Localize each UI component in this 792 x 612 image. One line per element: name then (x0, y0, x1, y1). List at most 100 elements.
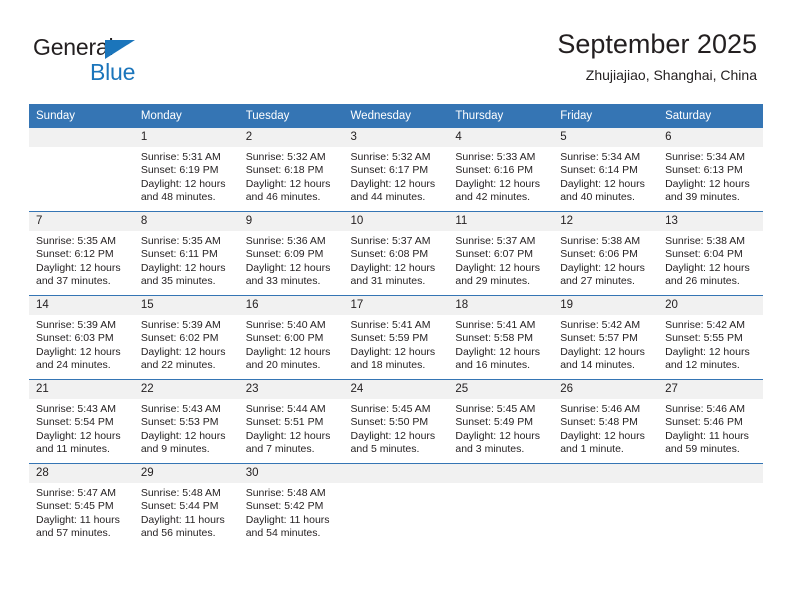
day-detail-daylight2: and 46 minutes. (245, 191, 321, 204)
day-detail-daylight1: Daylight: 11 hours (245, 513, 330, 526)
day-detail-sunrise: Sunrise: 5:38 AM (560, 235, 641, 247)
calendar-day-cell[interactable]: 16 Sunrise: 5:40 AM Sunset: 6:00 PM Dayligh… (238, 296, 344, 379)
day-detail-daylight2: and 35 minutes. (140, 275, 216, 288)
calendar-day-cell[interactable]: 23 Sunrise: 5:44 AM Sunset: 5:51 PM Dayligh… (238, 380, 344, 463)
day-number: 8 (133, 212, 239, 231)
day-detail-sunset: Sunset: 6:12 PM (36, 248, 114, 261)
day-details: Sunrise: 5:31 AM Sunset: 6:19 PM Daylight:… (134, 147, 239, 205)
day-details: Sunrise: 5:34 AM Sunset: 6:13 PM Daylight:… (658, 147, 763, 205)
day-detail-sunrise: Sunrise: 5:42 AM (560, 319, 641, 331)
calendar-day-cell[interactable]: 8 Sunrise: 5:35 AM Sunset: 6:11 PM Daylight… (133, 212, 239, 295)
calendar-cell: 28 Sunrise: 5:47 AM Sunset: 5:45 PM Dayligh… (29, 463, 134, 547)
day-detail-sunrise: Sunrise: 5:44 AM (245, 403, 326, 415)
day-number: 7 (29, 212, 134, 231)
calendar-day-cell[interactable]: 27 Sunrise: 5:46 AM Sunset: 5:46 PM Dayligh… (658, 380, 763, 463)
calendar-cell: 25 Sunrise: 5:45 AM Sunset: 5:49 PM Dayligh… (448, 379, 554, 464)
calendar-cell: 7 Sunrise: 5:35 AM Sunset: 6:12 PM Daylight… (29, 211, 134, 296)
day-detail-sunrise: Sunrise: 5:37 AM (455, 235, 536, 247)
logo-text-general: General (33, 34, 114, 60)
calendar-day-cell[interactable]: 17 Sunrise: 5:41 AM Sunset: 5:59 PM Dayligh… (343, 296, 449, 379)
calendar-day-cell[interactable]: 30 Sunrise: 5:48 AM Sunset: 5:42 PM Dayligh… (238, 464, 344, 547)
day-details: Sunrise: 5:45 AM Sunset: 5:50 PM Daylight:… (344, 399, 449, 457)
day-number: 9 (238, 212, 344, 231)
day-detail-daylight1: Daylight: 12 hours (560, 429, 645, 442)
calendar-day-cell[interactable]: 15 Sunrise: 5:39 AM Sunset: 6:02 PM Dayligh… (133, 296, 239, 379)
calendar-day-cell[interactable]: 28 Sunrise: 5:47 AM Sunset: 5:45 PM Dayligh… (29, 464, 134, 547)
day-number: 14 (29, 296, 134, 315)
calendar-day-cell[interactable]: 9 Sunrise: 5:36 AM Sunset: 6:09 PM Daylight… (238, 212, 344, 295)
day-number: 5 (553, 128, 659, 147)
day-detail-daylight1: Daylight: 12 hours (455, 261, 541, 274)
day-number: 6 (658, 128, 763, 147)
day-detail-sunset: Sunset: 6:13 PM (665, 164, 743, 177)
day-detail-sunset: Sunset: 6:08 PM (350, 248, 429, 261)
calendar-day-cell[interactable]: 13 Sunrise: 5:38 AM Sunset: 6:04 PM Dayligh… (658, 212, 763, 295)
calendar-cell: 2 Sunrise: 5:32 AM Sunset: 6:18 PM Daylight… (238, 128, 344, 212)
general-blue-logo[interactable]: General Blue (33, 34, 203, 86)
calendar-day-cell[interactable]: 21 Sunrise: 5:43 AM Sunset: 5:54 PM Dayligh… (29, 380, 134, 463)
day-detail-sunrise: Sunrise: 5:45 AM (455, 403, 536, 415)
day-detail-sunset: Sunset: 6:04 PM (665, 248, 743, 261)
day-detail-daylight2: and 59 minutes. (665, 443, 740, 456)
day-detail-daylight1: Daylight: 12 hours (140, 429, 226, 442)
calendar-day-cell[interactable]: 5 Sunrise: 5:34 AM Sunset: 6:14 PM Daylight… (553, 128, 659, 211)
calendar-day-cell[interactable]: 12 Sunrise: 5:38 AM Sunset: 6:06 PM Dayligh… (553, 212, 659, 295)
day-detail-sunrise: Sunrise: 5:35 AM (140, 235, 221, 247)
calendar-day-cell[interactable]: 6 Sunrise: 5:34 AM Sunset: 6:13 PM Daylight… (658, 128, 763, 211)
day-detail-sunrise: Sunrise: 5:39 AM (36, 319, 116, 331)
day-detail-sunset: Sunset: 6:09 PM (245, 248, 324, 261)
day-detail-daylight2: and 44 minutes. (350, 191, 426, 204)
calendar-day-cell[interactable]: 1 Sunrise: 5:31 AM Sunset: 6:19 PM Daylight… (133, 128, 239, 211)
calendar-day-cell[interactable]: 29 Sunrise: 5:48 AM Sunset: 5:44 PM Dayligh… (133, 464, 239, 547)
day-number (343, 464, 449, 483)
calendar-day-cell[interactable]: 11 Sunrise: 5:37 AM Sunset: 6:07 PM Dayligh… (448, 212, 554, 295)
calendar-day-cell[interactable]: 10 Sunrise: 5:37 AM Sunset: 6:08 PM Dayligh… (343, 212, 449, 295)
day-detail-daylight1: Daylight: 12 hours (560, 261, 645, 274)
day-number: 1 (133, 128, 239, 147)
calendar-cell: 10 Sunrise: 5:37 AM Sunset: 6:08 PM Dayligh… (343, 211, 449, 296)
day-detail-daylight1: Daylight: 12 hours (350, 177, 436, 190)
day-detail-daylight2: and 56 minutes. (140, 527, 216, 540)
day-detail-daylight2: and 1 minute. (560, 443, 624, 456)
day-detail-daylight2: and 12 minutes. (665, 359, 740, 372)
calendar-day-cell[interactable]: 22 Sunrise: 5:43 AM Sunset: 5:53 PM Dayligh… (133, 380, 239, 463)
calendar-day-cell[interactable]: 2 Sunrise: 5:32 AM Sunset: 6:18 PM Daylight… (238, 128, 344, 211)
calendar-day-cell[interactable]: 7 Sunrise: 5:35 AM Sunset: 6:12 PM Daylight… (29, 212, 134, 295)
calendar-day-cell[interactable]: 20 Sunrise: 5:42 AM Sunset: 5:55 PM Dayligh… (658, 296, 763, 379)
day-detail-daylight2: and 20 minutes. (245, 359, 321, 372)
logo-triangle-icon (105, 40, 135, 59)
calendar-day-cell-empty (29, 128, 134, 211)
day-details: Sunrise: 5:48 AM Sunset: 5:44 PM Daylight:… (134, 483, 239, 541)
calendar-cell: 29 Sunrise: 5:48 AM Sunset: 5:44 PM Dayligh… (133, 463, 239, 547)
day-details: Sunrise: 5:48 AM Sunset: 5:42 PM Daylight:… (239, 483, 344, 541)
calendar-day-cell[interactable]: 26 Sunrise: 5:46 AM Sunset: 5:48 PM Dayligh… (553, 380, 659, 463)
day-detail-daylight1: Daylight: 12 hours (350, 345, 436, 358)
calendar-cell: 11 Sunrise: 5:37 AM Sunset: 6:07 PM Dayligh… (448, 211, 554, 296)
calendar-table: Sunday Monday Tuesday Wednesday Thursday… (29, 104, 763, 547)
calendar-day-cell[interactable]: 25 Sunrise: 5:45 AM Sunset: 5:49 PM Dayligh… (448, 380, 554, 463)
day-details: Sunrise: 5:40 AM Sunset: 6:00 PM Daylight:… (239, 315, 344, 373)
calendar-cell: 27 Sunrise: 5:46 AM Sunset: 5:46 PM Dayligh… (658, 379, 763, 464)
day-detail-sunset: Sunset: 6:03 PM (36, 332, 114, 345)
calendar-day-cell[interactable]: 19 Sunrise: 5:42 AM Sunset: 5:57 PM Dayligh… (553, 296, 659, 379)
day-number: 15 (133, 296, 239, 315)
day-number: 28 (29, 464, 134, 483)
day-detail-daylight2: and 14 minutes. (560, 359, 635, 372)
day-number: 13 (658, 212, 763, 231)
calendar-cell (29, 128, 134, 212)
day-detail-sunset: Sunset: 5:51 PM (245, 416, 324, 429)
day-number: 19 (553, 296, 659, 315)
weekday-header-thursday: Thursday (448, 104, 554, 128)
logo-text-blue: Blue (90, 59, 136, 85)
calendar-day-cell[interactable]: 4 Sunrise: 5:33 AM Sunset: 6:16 PM Daylight… (448, 128, 554, 211)
calendar-day-cell[interactable]: 18 Sunrise: 5:41 AM Sunset: 5:58 PM Dayligh… (448, 296, 554, 379)
day-detail-daylight1: Daylight: 12 hours (665, 177, 750, 190)
day-details: Sunrise: 5:37 AM Sunset: 6:07 PM Daylight:… (448, 231, 553, 289)
day-detail-sunrise: Sunrise: 5:31 AM (140, 151, 221, 163)
calendar-day-cell[interactable]: 3 Sunrise: 5:32 AM Sunset: 6:17 PM Daylight… (343, 128, 449, 211)
calendar-day-cell[interactable]: 24 Sunrise: 5:45 AM Sunset: 5:50 PM Dayligh… (343, 380, 449, 463)
day-detail-daylight2: and 18 minutes. (350, 359, 426, 372)
calendar-day-cell-empty (658, 464, 763, 547)
day-detail-daylight1: Daylight: 12 hours (36, 429, 121, 442)
calendar-day-cell[interactable]: 14 Sunrise: 5:39 AM Sunset: 6:03 PM Dayligh… (29, 296, 134, 379)
